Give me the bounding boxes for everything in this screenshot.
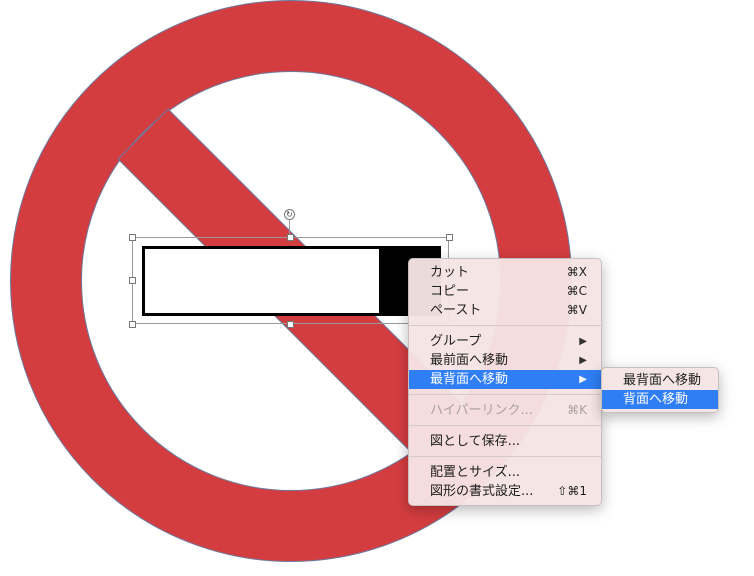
resize-handle-bottom-center[interactable] [287, 321, 294, 328]
submenu-item-send-backward[interactable]: 背面へ移動 [602, 390, 718, 409]
menu-item-group[interactable]: グループ ▶ [409, 332, 601, 351]
menu-item-size-position[interactable]: 配置とサイズ... [409, 463, 601, 482]
rotate-handle-icon[interactable]: ↻ [284, 209, 295, 220]
menu-item-shortcut: ⌘K [567, 403, 587, 417]
menu-item-paste[interactable]: ペースト ⌘V [409, 301, 601, 320]
menu-item-shortcut: ⌘C [566, 284, 587, 298]
menu-item-format-shape[interactable]: 図形の書式設定... ⇧⌘1 [409, 482, 601, 501]
menu-item-bring-to-front[interactable]: 最前面へ移動 ▶ [409, 351, 601, 370]
submenu-arrow-icon: ▶ [579, 374, 587, 385]
resize-handle-bottom-left[interactable] [129, 321, 136, 328]
menu-separator [409, 425, 601, 426]
menu-item-label: グループ [430, 334, 482, 349]
submenu-arrow-icon: ▶ [579, 336, 587, 347]
menu-separator [409, 456, 601, 457]
menu-item-label: ハイパーリンク... [430, 403, 533, 418]
menu-item-save-as-picture[interactable]: 図として保存... [409, 432, 601, 451]
menu-item-cut[interactable]: カット ⌘X [409, 263, 601, 282]
menu-item-copy[interactable]: コピー ⌘C [409, 282, 601, 301]
menu-item-label: カット [430, 265, 470, 280]
submenu-item-send-to-back[interactable]: 最背面へ移動 [602, 371, 718, 390]
menu-item-label: 最背面へ移動 [623, 373, 702, 388]
resize-handle-top-right[interactable] [446, 234, 453, 241]
menu-item-shortcut: ⇧⌘1 [557, 484, 587, 498]
resize-handle-top-center[interactable] [287, 234, 294, 241]
menu-separator [409, 325, 601, 326]
resize-handle-top-left[interactable] [129, 234, 136, 241]
context-menu: カット ⌘X コピー ⌘C ペースト ⌘V グループ ▶ 最前面へ移動 ▶ 最背… [408, 258, 602, 506]
menu-item-label: コピー [430, 284, 470, 299]
menu-item-shortcut: ⌘X [566, 265, 587, 279]
menu-item-label: ペースト [430, 303, 482, 318]
selection-frame [132, 237, 449, 324]
menu-item-label: 最背面へ移動 [430, 372, 509, 387]
menu-item-send-to-back[interactable]: 最背面へ移動 ▶ [409, 370, 601, 389]
menu-item-label: 図として保存... [430, 434, 521, 449]
menu-item-label: 図形の書式設定... [430, 484, 534, 499]
resize-handle-middle-left[interactable] [129, 277, 136, 284]
menu-item-label: 最前面へ移動 [430, 353, 509, 368]
menu-item-label: 背面へ移動 [623, 392, 689, 407]
menu-item-shortcut: ⌘V [566, 303, 587, 317]
send-to-back-submenu: 最背面へ移動 背面へ移動 [601, 367, 719, 413]
submenu-arrow-icon: ▶ [579, 355, 587, 366]
menu-separator [409, 394, 601, 395]
menu-item-label: 配置とサイズ... [430, 465, 521, 480]
menu-item-hyperlink: ハイパーリンク... ⌘K [409, 401, 601, 420]
